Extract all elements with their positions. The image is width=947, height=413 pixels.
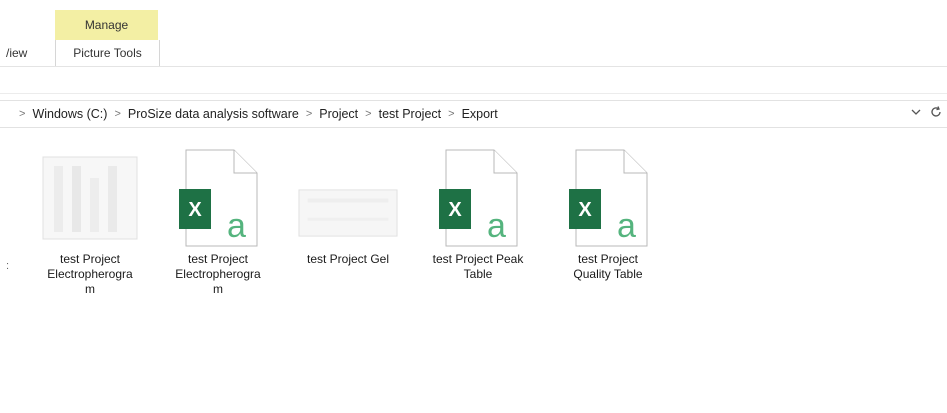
excel-file-icon: X a [558, 148, 658, 248]
breadcrumb-item-drive[interactable]: Windows (C:) [32, 107, 107, 121]
svg-text:X: X [578, 199, 592, 221]
svg-text:a: a [617, 207, 636, 245]
svg-text:X: X [448, 199, 462, 221]
file-name: test Project Peak Table [432, 252, 524, 281]
chevron-down-icon[interactable] [909, 105, 923, 119]
file-name: test Project Quality Table [573, 252, 643, 281]
address-controls [909, 105, 943, 119]
ribbon-tabs: Manage /iew Picture Tools [0, 0, 947, 94]
breadcrumb-item-test-project[interactable]: test Project [379, 107, 442, 121]
refresh-icon[interactable] [929, 105, 943, 119]
file-name: test Project Gel [306, 252, 390, 266]
ribbon-divider [0, 66, 947, 67]
breadcrumb: > Windows (C:) > ProSize data analysis s… [0, 107, 498, 121]
file-item[interactable]: X a test Project Electropherogra m [164, 148, 272, 297]
tab-manage[interactable]: Manage [55, 10, 158, 40]
address-bar[interactable]: > Windows (C:) > ProSize data analysis s… [0, 100, 947, 128]
svg-text:a: a [227, 207, 246, 245]
breadcrumb-separator-icon[interactable]: > [306, 108, 312, 120]
breadcrumb-item-export[interactable]: Export [462, 107, 498, 121]
file-item[interactable]: test Project Electropherogra m [36, 148, 144, 297]
file-list: : test Project Electropherogra m X a tes… [0, 140, 947, 413]
breadcrumb-separator-icon[interactable]: > [365, 108, 371, 120]
tab-view[interactable]: /iew [6, 46, 27, 60]
ribbon-divider [0, 93, 947, 94]
tab-picture-tools[interactable]: Picture Tools [55, 40, 160, 66]
breadcrumb-separator-icon[interactable]: > [114, 108, 120, 120]
svg-text:a: a [487, 207, 506, 245]
file-item[interactable]: test Project Gel [294, 148, 402, 267]
svg-text:X: X [188, 199, 202, 221]
file-item[interactable]: X a test Project Peak Table [424, 148, 532, 282]
file-name: test Project Electropherogra m [47, 252, 133, 296]
breadcrumb-item-prosize[interactable]: ProSize data analysis software [128, 107, 299, 121]
left-edge-mark: : [6, 260, 10, 272]
image-thumbnail-icon [40, 148, 140, 248]
image-thumbnail-icon [298, 148, 398, 248]
excel-file-icon: X a [168, 148, 268, 248]
excel-file-icon: X a [428, 148, 528, 248]
file-name: test Project Electropherogra m [175, 252, 261, 296]
breadcrumb-expand-icon[interactable]: > [19, 108, 25, 120]
breadcrumb-item-project[interactable]: Project [319, 107, 358, 121]
file-item[interactable]: X a test Project Quality Table [554, 148, 662, 282]
breadcrumb-separator-icon[interactable]: > [448, 108, 454, 120]
